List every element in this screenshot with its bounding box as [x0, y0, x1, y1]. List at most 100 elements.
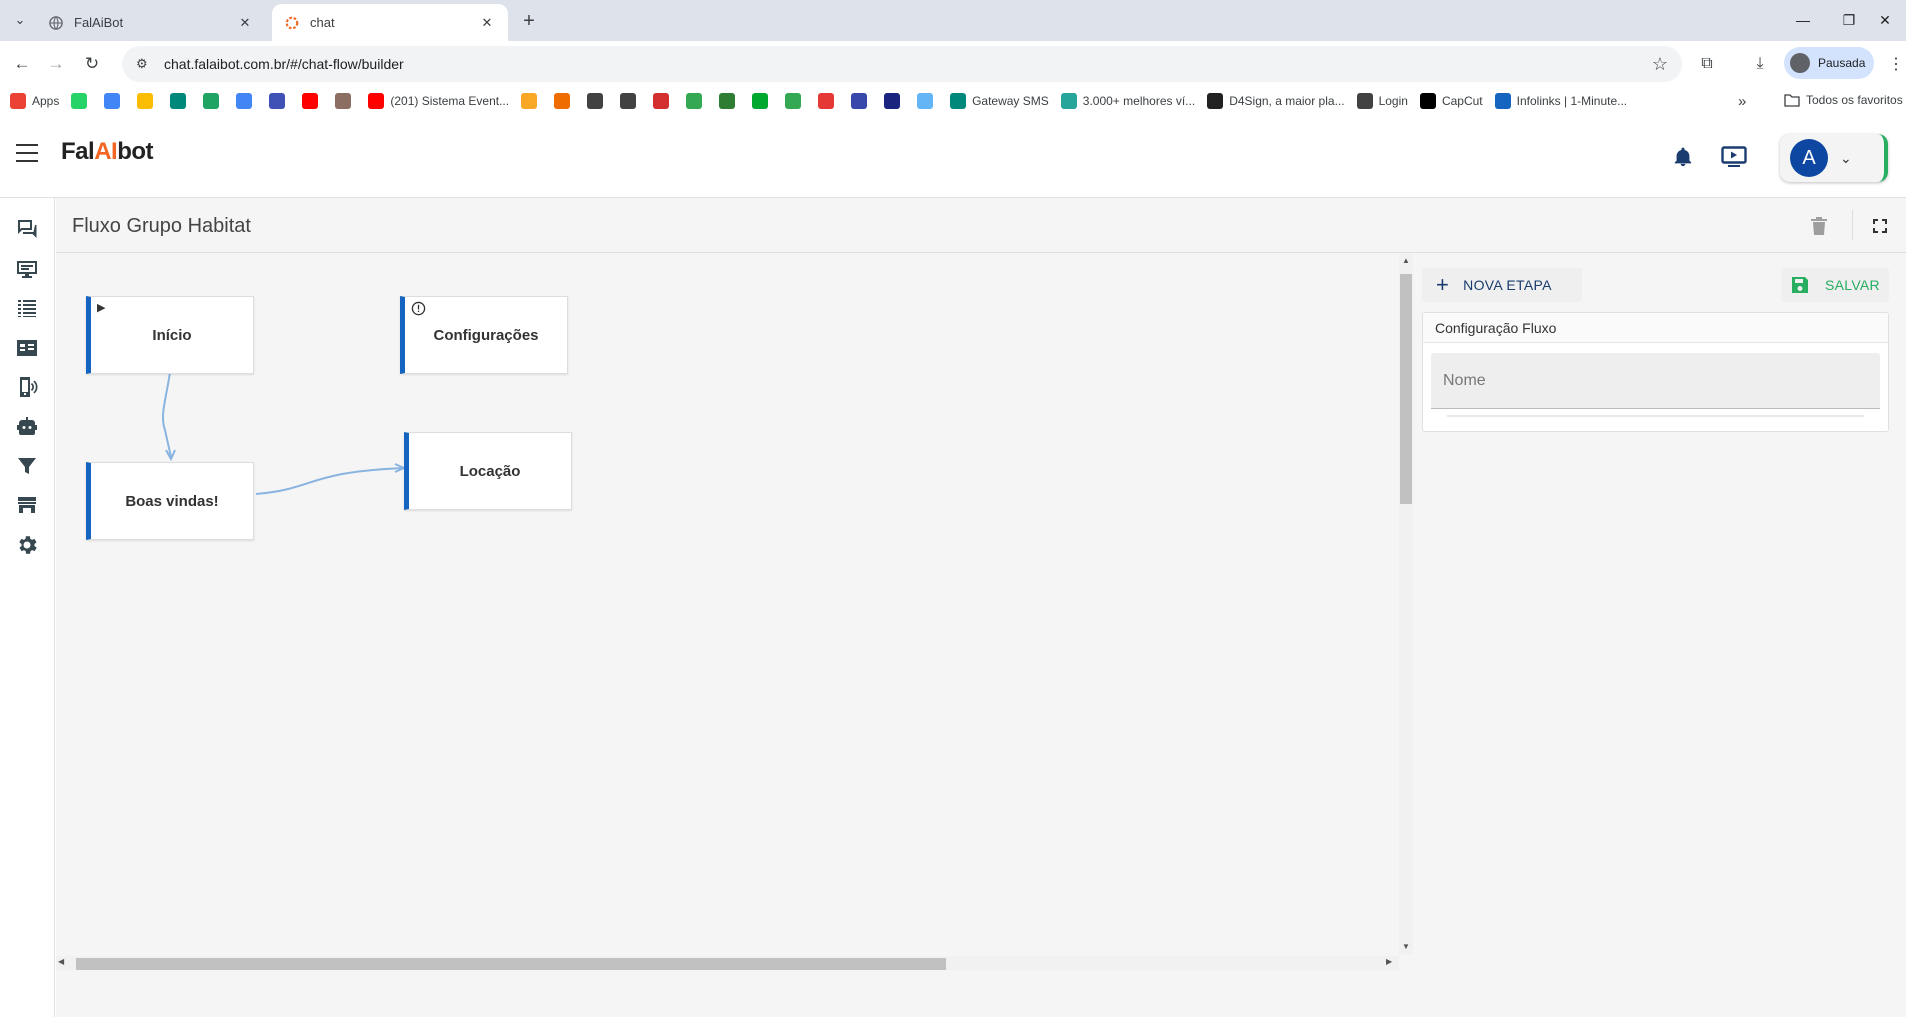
list-icon[interactable]: [14, 295, 40, 321]
flow-node-inicio[interactable]: ▶ Início: [86, 296, 254, 374]
bookmark-item[interactable]: [521, 92, 543, 109]
scroll-up-icon[interactable]: ▲: [1402, 256, 1410, 265]
bookmark-item[interactable]: [587, 92, 609, 109]
scroll-right-icon[interactable]: ▶: [1386, 957, 1392, 966]
bookmark-item[interactable]: [620, 92, 642, 109]
bookmarks-bar: Apps (201) Sistema Event... Gateway SMS 3.0…: [0, 87, 1906, 114]
app-sidebar: [0, 198, 55, 1017]
bookmark-item[interactable]: [719, 92, 741, 109]
flow-canvas[interactable]: ▶ Início Configurações Boas vindas! Loca…: [56, 254, 1401, 969]
all-bookmarks-folder[interactable]: Todos os favoritos: [1784, 93, 1903, 107]
url-text[interactable]: chat.falaibot.com.br/#/chat-flow/builder: [164, 56, 1652, 72]
bookmark-item[interactable]: [269, 92, 291, 109]
bookmark-item[interactable]: Infolinks | 1-Minute...: [1494, 92, 1627, 109]
tab-close-icon[interactable]: ✕: [236, 14, 254, 32]
extensions-icon[interactable]: ⧉: [1695, 52, 1719, 76]
hamburger-menu-icon[interactable]: [16, 144, 38, 162]
user-avatar: A: [1790, 139, 1828, 177]
new-tab-button[interactable]: +: [516, 8, 542, 34]
downloads-icon[interactable]: ⤓: [1748, 52, 1772, 76]
bookmark-item[interactable]: [335, 92, 357, 109]
monitor-icon[interactable]: [14, 256, 40, 282]
app-light-icon: [917, 92, 934, 109]
bookmark-item[interactable]: [785, 92, 807, 109]
tab-chat[interactable]: chat ✕: [272, 4, 508, 41]
bookmark-item[interactable]: [884, 92, 906, 109]
bookmark-item[interactable]: D4Sign, a maior pla...: [1207, 92, 1345, 109]
salvar-button[interactable]: SALVAR: [1781, 268, 1889, 302]
flow-builder: Fluxo Grupo Habitat ▶ Início Configuraçõ…: [56, 198, 1906, 1017]
flow-node-boas-vindas[interactable]: Boas vindas!: [86, 462, 254, 540]
contact-card-icon[interactable]: [14, 335, 40, 361]
delete-trash-icon[interactable]: [1810, 216, 1828, 236]
bookmark-item[interactable]: [137, 92, 159, 109]
user-menu[interactable]: A ⌄: [1780, 134, 1888, 182]
tab-falaibot[interactable]: FalAiBot ✕: [36, 4, 266, 41]
bookmark-label: Login: [1378, 93, 1408, 108]
bookmark-item[interactable]: [653, 92, 675, 109]
bookmark-item[interactable]: [917, 92, 939, 109]
plus-icon: +: [1436, 272, 1450, 297]
scroll-down-icon[interactable]: ▼: [1402, 942, 1410, 951]
nova-etapa-button[interactable]: + NOVA ETAPA: [1422, 268, 1582, 302]
notifications-bell-icon[interactable]: [1672, 146, 1694, 168]
back-icon[interactable]: ←: [8, 50, 36, 78]
bookmark-item[interactable]: [686, 92, 708, 109]
maps-icon: [686, 92, 703, 109]
bookmark-item[interactable]: 3.000+ melhores ví...: [1060, 92, 1196, 109]
profile-button[interactable]: Pausada: [1784, 47, 1874, 79]
app-header: FalAIbot A ⌄: [0, 114, 1906, 198]
more-bookmarks-icon[interactable]: »: [1738, 93, 1746, 110]
bookmark-label: Apps: [32, 93, 60, 108]
bookmark-item[interactable]: [752, 92, 774, 109]
flow-node-locacao[interactable]: Locação: [404, 432, 572, 510]
tab-search-icon[interactable]: ⌄: [8, 8, 32, 32]
bookmark-item[interactable]: Gateway SMS: [950, 92, 1049, 109]
fullscreen-icon[interactable]: [1872, 218, 1888, 234]
bookmark-item[interactable]: Apps: [10, 92, 60, 109]
bookmark-label: D4Sign, a maior pla...: [1229, 93, 1345, 108]
config-card-title: Configuração Fluxo: [1423, 313, 1888, 343]
scrollbar-thumb[interactable]: [76, 958, 946, 970]
site-info-icon[interactable]: ⚙: [136, 56, 154, 72]
tab-close-icon[interactable]: ✕: [478, 14, 496, 32]
name-field[interactable]: Nome: [1431, 353, 1880, 409]
forward-icon[interactable]: →: [42, 50, 70, 78]
bookmark-item[interactable]: [203, 92, 225, 109]
chat-icon[interactable]: [14, 216, 40, 242]
store-icon[interactable]: [14, 492, 40, 518]
settings-icon[interactable]: [14, 532, 40, 558]
filter-icon[interactable]: [14, 453, 40, 479]
node-label: Início: [152, 326, 192, 344]
bookmark-item[interactable]: [302, 92, 324, 109]
profile-avatar-icon: [1790, 53, 1810, 73]
bookmark-item[interactable]: [851, 92, 873, 109]
minimize-icon[interactable]: —: [1780, 4, 1826, 36]
bookmark-item[interactable]: [170, 92, 192, 109]
bookmark-item[interactable]: Login: [1356, 92, 1408, 109]
robot-icon[interactable]: [14, 414, 40, 440]
flow-node-configuracoes[interactable]: Configurações: [400, 296, 568, 374]
screen-play-icon[interactable]: [1721, 146, 1747, 168]
bookmark-item[interactable]: [818, 92, 840, 109]
bookmark-item[interactable]: [71, 92, 93, 109]
browser-menu-icon[interactable]: ⋮: [1884, 52, 1906, 76]
avatar-icon: [335, 92, 352, 109]
canvas-horizontal-scrollbar[interactable]: ◀ ▶: [56, 956, 1399, 970]
scroll-left-icon[interactable]: ◀: [58, 957, 64, 966]
reload-icon[interactable]: ↻: [78, 50, 106, 78]
phone-signal-icon[interactable]: [14, 374, 40, 400]
bookmark-item[interactable]: CapCut: [1419, 92, 1483, 109]
scrollbar-thumb[interactable]: [1400, 274, 1412, 504]
window-close-icon[interactable]: ✕: [1862, 4, 1906, 36]
page-title: Fluxo Grupo Habitat: [72, 215, 251, 237]
bookmark-item[interactable]: [104, 92, 126, 109]
canvas-vertical-scrollbar[interactable]: ▲ ▼: [1399, 254, 1413, 954]
browser-tabstrip: ⌄ FalAiBot ✕ chat ✕ + — ❐ ✕: [0, 0, 1906, 41]
bookmark-label: 3.000+ melhores ví...: [1082, 93, 1196, 108]
address-bar[interactable]: ⚙ chat.falaibot.com.br/#/chat-flow/build…: [122, 46, 1682, 82]
bookmark-item[interactable]: (201) Sistema Event...: [368, 92, 509, 109]
bookmark-star-icon[interactable]: ☆: [1652, 54, 1668, 75]
bookmark-item[interactable]: [554, 92, 576, 109]
bookmark-item[interactable]: [236, 92, 258, 109]
